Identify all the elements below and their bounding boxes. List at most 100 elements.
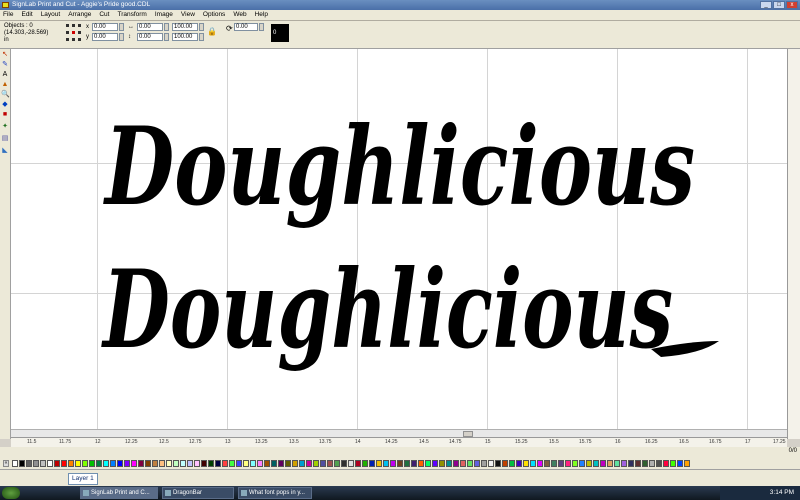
color-swatch[interactable] — [614, 460, 620, 467]
menu-file[interactable]: File — [3, 11, 13, 18]
text-tool-icon[interactable]: A — [1, 71, 9, 79]
color-swatch[interactable] — [607, 460, 613, 467]
color-swatch[interactable] — [628, 460, 634, 467]
color-swatch[interactable] — [558, 460, 564, 467]
width-field[interactable]: 0.00 — [137, 23, 163, 31]
zoom-tool-icon[interactable]: 🔍 — [1, 91, 10, 99]
color-swatch[interactable] — [292, 460, 298, 467]
color-swatch[interactable] — [117, 460, 123, 467]
color-swatch[interactable] — [502, 460, 508, 467]
taskbar-signlab[interactable]: SignLab Print and C... — [80, 487, 158, 499]
color-swatch[interactable] — [390, 460, 396, 467]
color-swatch[interactable] — [439, 460, 445, 467]
color-swatch[interactable] — [173, 460, 179, 467]
color-swatch[interactable] — [75, 460, 81, 467]
color-swatch[interactable] — [306, 460, 312, 467]
color-swatch[interactable] — [509, 460, 515, 467]
color-swatch[interactable] — [544, 460, 550, 467]
color-swatch[interactable] — [285, 460, 291, 467]
knife-tool-icon[interactable]: ◣ — [1, 147, 9, 155]
menu-arrange[interactable]: Arrange — [68, 11, 91, 18]
color-swatch[interactable] — [586, 460, 592, 467]
scale-width-spinner[interactable] — [199, 23, 204, 31]
color-swatch[interactable] — [670, 460, 676, 467]
measure-tool-icon[interactable]: ▤ — [1, 135, 9, 143]
color-swatch[interactable] — [530, 460, 536, 467]
color-swatch[interactable] — [103, 460, 109, 467]
color-swatch[interactable] — [425, 460, 431, 467]
menu-transform[interactable]: Transform — [117, 11, 146, 18]
color-swatch[interactable] — [418, 460, 424, 467]
color-swatch[interactable] — [656, 460, 662, 467]
scale-width-field[interactable]: 100.00 — [172, 23, 198, 31]
color-swatch[interactable] — [621, 460, 627, 467]
color-swatch[interactable] — [250, 460, 256, 467]
color-swatch[interactable] — [327, 460, 333, 467]
color-swatch[interactable] — [642, 460, 648, 467]
color-swatch[interactable] — [432, 460, 438, 467]
color-swatch[interactable] — [341, 460, 347, 467]
height-spinner[interactable] — [164, 33, 169, 41]
color-swatch[interactable] — [187, 460, 193, 467]
color-swatch[interactable] — [474, 460, 480, 467]
rotation-field[interactable]: 0.00 — [234, 23, 258, 31]
menu-web[interactable]: Web — [233, 11, 246, 18]
color-swatch[interactable] — [348, 460, 354, 467]
maximize-button[interactable]: □ — [773, 1, 785, 9]
node-edit-tool-icon[interactable]: ✎ — [1, 61, 9, 69]
color-swatch[interactable] — [467, 460, 473, 467]
color-swatch[interactable] — [495, 460, 501, 467]
color-swatch[interactable] — [537, 460, 543, 467]
color-swatch[interactable] — [593, 460, 599, 467]
color-swatch[interactable] — [565, 460, 571, 467]
color-swatch[interactable] — [362, 460, 368, 467]
color-swatch[interactable] — [61, 460, 67, 467]
scale-height-spinner[interactable] — [199, 33, 204, 41]
color-swatch[interactable] — [68, 460, 74, 467]
color-swatch[interactable] — [572, 460, 578, 467]
design-canvas[interactable]: Doughlicious Doughlicious — [11, 49, 787, 429]
color-swatch[interactable] — [271, 460, 277, 467]
color-swatch[interactable] — [334, 460, 340, 467]
color-swatch[interactable] — [404, 460, 410, 467]
logo-text-top[interactable]: Doughlicious — [103, 104, 695, 230]
color-swatch[interactable] — [89, 460, 95, 467]
color-swatch[interactable] — [600, 460, 606, 467]
y-spinner[interactable] — [119, 33, 124, 41]
close-button[interactable]: x — [786, 1, 798, 9]
color-swatch[interactable] — [222, 460, 228, 467]
color-swatch[interactable] — [677, 460, 683, 467]
color-swatch[interactable] — [166, 460, 172, 467]
color-swatch[interactable] — [299, 460, 305, 467]
color-swatch[interactable] — [355, 460, 361, 467]
color-swatch[interactable] — [376, 460, 382, 467]
color-swatch[interactable] — [453, 460, 459, 467]
color-swatch[interactable] — [369, 460, 375, 467]
color-swatch[interactable] — [236, 460, 242, 467]
fill-tool-icon[interactable]: ◆ — [1, 101, 9, 109]
color-swatch[interactable] — [257, 460, 263, 467]
color-swatch[interactable] — [460, 460, 466, 467]
x-spinner[interactable] — [119, 23, 124, 31]
color-swatch[interactable] — [264, 460, 270, 467]
anchor-point-selector[interactable] — [66, 24, 82, 42]
color-swatch[interactable] — [208, 460, 214, 467]
color-swatch[interactable] — [131, 460, 137, 467]
menu-help[interactable]: Help — [255, 11, 268, 18]
color-swatch[interactable] — [488, 460, 494, 467]
color-swatch[interactable] — [579, 460, 585, 467]
color-swatch[interactable] — [54, 460, 60, 467]
color-swatch[interactable] — [145, 460, 151, 467]
pen-tool-icon[interactable]: ✦ — [1, 123, 9, 131]
scale-height-field[interactable]: 100.00 — [172, 33, 198, 41]
menu-options[interactable]: Options — [203, 11, 225, 18]
color-swatch[interactable] — [40, 460, 46, 467]
lock-icon[interactable]: 🔒 — [207, 27, 217, 36]
taskbar-dragonbar[interactable]: DragonBar — [162, 487, 234, 499]
color-swatch[interactable] — [649, 460, 655, 467]
color-swatch[interactable] — [215, 460, 221, 467]
color-swatch[interactable] — [551, 460, 557, 467]
color-swatch[interactable] — [446, 460, 452, 467]
color-swatch[interactable] — [96, 460, 102, 467]
color-swatch[interactable] — [19, 460, 25, 467]
